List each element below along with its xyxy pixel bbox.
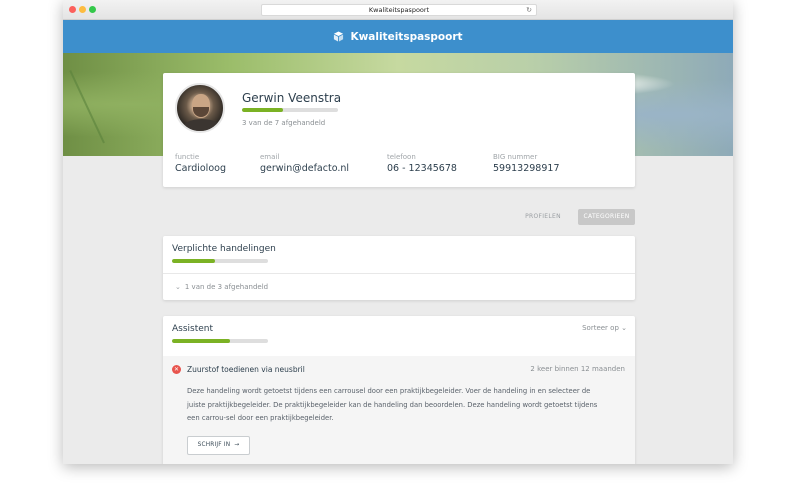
field-label: BIG nummer xyxy=(493,153,538,161)
field-label: telefoon xyxy=(387,153,416,161)
field-telefoon: telefoon 06 - 12345678 xyxy=(387,153,457,174)
field-label: functie xyxy=(175,153,200,161)
close-window-button[interactable] xyxy=(69,6,76,13)
view-tabs: PROFIELEN CATEGORIEEN xyxy=(163,209,635,225)
section-assistent: Assistent Sorteer op ⌄ ✕ Zuurstof toedie… xyxy=(163,316,635,464)
address-text: Kwaliteitspaspoort xyxy=(368,6,430,14)
section-progress-fill xyxy=(172,339,230,343)
section-title: Assistent xyxy=(172,324,214,334)
tab-profielen[interactable]: PROFIELEN xyxy=(519,209,567,225)
field-label: email xyxy=(260,153,280,161)
field-value: Cardioloog xyxy=(175,163,226,174)
item-description: Deze handeling wordt getoetst tijdens ee… xyxy=(187,387,598,422)
avatar xyxy=(175,83,225,133)
sort-dropdown[interactable]: Sorteer op ⌄ xyxy=(582,324,627,332)
section-title: Verplichte handelingen xyxy=(172,244,276,254)
tab-categorieen[interactable]: CATEGORIEEN xyxy=(578,209,635,225)
section-progress-bar xyxy=(172,339,268,343)
maximize-window-button[interactable] xyxy=(89,6,96,13)
divider xyxy=(163,273,635,274)
profile-name: Gerwin Veenstra xyxy=(242,91,342,105)
sort-label: Sorteer op xyxy=(582,324,619,332)
profile-progress-text: 3 van de 7 afgehandeld xyxy=(242,119,326,127)
field-value: 59913298917 xyxy=(493,163,560,174)
arrow-right-icon: → xyxy=(234,442,240,448)
field-email: email gerwin@defacto.nl xyxy=(260,153,349,174)
item-frequency: 2 keer binnen 12 maanden xyxy=(530,365,625,373)
section-progress-bar xyxy=(172,259,268,263)
button-label: SCHRIJF IN xyxy=(197,442,231,448)
app-header: Kwaliteitspaspoort xyxy=(63,20,733,53)
reload-icon[interactable]: ↻ xyxy=(526,5,532,15)
field-value: gerwin@defacto.nl xyxy=(260,163,350,174)
field-big-nummer: BIG nummer 59913298917 xyxy=(493,153,560,174)
section-status-text: 1 van de 3 afgehandeld xyxy=(184,283,269,291)
brand[interactable]: Kwaliteitspaspoort xyxy=(63,20,733,53)
error-icon: ✕ xyxy=(172,365,181,374)
minimize-window-button[interactable] xyxy=(79,6,86,13)
cube-logo-icon xyxy=(334,31,344,42)
browser-window: Kwaliteitspaspoort ↻ Kwaliteitspaspoort … xyxy=(63,0,733,464)
list-item: ✕ Zuurstof toedienen via neusbril 2 keer… xyxy=(163,356,635,464)
address-bar[interactable]: Kwaliteitspaspoort ↻ xyxy=(261,4,537,16)
profile-progress-fill xyxy=(242,108,284,112)
section-expand-toggle[interactable]: ⌄ 1 van de 3 afgehandeld xyxy=(175,283,268,291)
section-progress-fill xyxy=(172,259,216,263)
profile-progress-bar xyxy=(242,108,338,112)
chevron-down-icon: ⌄ xyxy=(175,283,181,291)
browser-titlebar: Kwaliteitspaspoort ↻ xyxy=(63,0,733,20)
app-title: Kwaliteitspaspoort xyxy=(350,30,463,43)
chevron-down-icon: ⌄ xyxy=(621,324,627,332)
item-title: Zuurstof toedienen via neusbril xyxy=(187,365,305,374)
field-functie: functie Cardioloog xyxy=(175,153,226,174)
schrijf-in-button[interactable]: SCHRIJF IN → xyxy=(187,436,250,455)
profile-card: Gerwin Veenstra 3 van de 7 afgehandeld f… xyxy=(163,73,635,187)
section-verplichte-handelingen: Verplichte handelingen ⌄ 1 van de 3 afgeh… xyxy=(163,236,635,300)
field-value: 06 - 12345678 xyxy=(387,163,457,174)
